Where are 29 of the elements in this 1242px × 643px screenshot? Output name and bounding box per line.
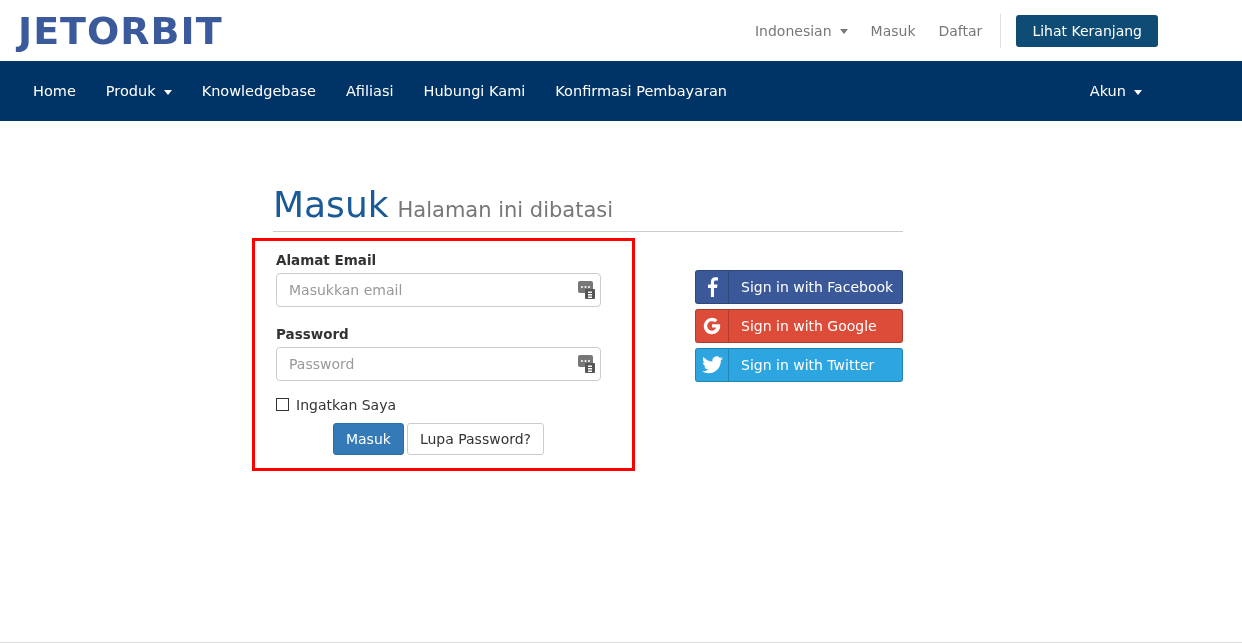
nav-dropdown[interactable]: Produk — [90, 83, 187, 99]
bird-icon — [701, 355, 723, 374]
page-title: Masuk — [273, 185, 389, 225]
forgot-password-button[interactable]: Lupa Password? — [406, 422, 545, 455]
top-link[interactable]: Daftar — [938, 22, 983, 39]
nav-link[interactable]: Knowledgebase — [186, 83, 331, 99]
nav-link[interactable]: Konfirmasi Pembayaran — [540, 83, 743, 99]
nav-link[interactable]: Afiliasi — [330, 83, 409, 99]
social-sign-in-button[interactable]: Sign in with Google — [695, 308, 903, 343]
password-manager-icon — [578, 354, 595, 373]
checkbox-label[interactable]: Ingatkan Saya — [296, 396, 397, 413]
logo[interactable]: JETORBIT — [18, 11, 223, 50]
nav-dropdown[interactable]: Akun — [1074, 83, 1157, 99]
google-g-icon — [702, 315, 722, 336]
input-field[interactable]: Masukkan email — [276, 272, 601, 307]
cart-button[interactable]: Lihat Keranjang — [1016, 14, 1158, 47]
field-label: Alamat Email — [276, 251, 378, 268]
language-dropdown[interactable]: Indonesian — [755, 22, 848, 39]
nav-link[interactable]: Home — [18, 83, 91, 99]
top-link[interactable]: Masuk — [870, 22, 916, 39]
facebook-f-icon — [706, 276, 718, 297]
nav-link[interactable]: Hubungi Kami — [408, 83, 541, 99]
password-manager-icon — [578, 280, 595, 299]
checkbox[interactable] — [276, 398, 289, 412]
page-subtitle: Halaman ini dibatasi — [397, 198, 614, 222]
field-label: Password — [276, 325, 350, 342]
login-button[interactable]: Masuk — [332, 422, 404, 455]
social-sign-in-button[interactable]: Sign in with Facebook — [695, 269, 903, 304]
input-field[interactable]: Password — [276, 346, 601, 381]
